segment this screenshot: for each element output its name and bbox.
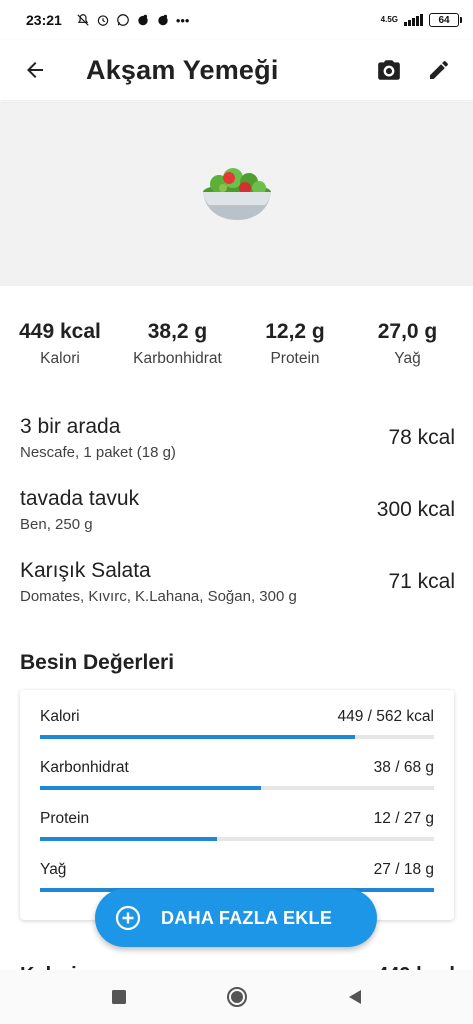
progress-fill	[40, 735, 356, 739]
nutrition-row-head: Protein 12 / 27 g	[40, 810, 434, 828]
food-name: Karışık Salata	[20, 559, 151, 582]
nutrition-value: 38 / 68 g	[373, 759, 434, 776]
food-detail: Ben, 250 g	[20, 516, 93, 533]
list-item[interactable]: 3 bir arada Nescafe, 1 paket (18 g) 78 k…	[20, 402, 455, 474]
back-triangle-icon	[348, 990, 361, 1004]
macro-label: Kalori	[40, 350, 80, 367]
progress-track	[40, 786, 434, 790]
macro-value: 27,0 g	[377, 320, 438, 343]
macro-value: 38,2 g	[147, 320, 208, 343]
nutrition-label: Karbonhidrat	[40, 759, 129, 776]
list-item[interactable]: Karışık Salata Domates, Kıvırc, K.Lahana…	[20, 546, 455, 618]
nutrition-row-head: Karbonhidrat 38 / 68 g	[40, 759, 434, 777]
status-left: 23:21 •••	[26, 12, 189, 28]
edit-button[interactable]	[417, 48, 461, 92]
recents-button[interactable]	[99, 977, 139, 1017]
meal-image-area	[0, 102, 473, 286]
add-circle-icon	[115, 905, 141, 931]
status-bar: 23:21 ••• 4.5G 64	[0, 0, 473, 40]
page-title: Akşam Yemeği	[86, 54, 279, 85]
food-detail: Nescafe, 1 paket (18 g)	[20, 444, 176, 461]
macro-protein: 12,2 g Protein	[235, 320, 355, 368]
camera-button[interactable]	[367, 48, 411, 92]
network-type-label: 4.5G	[380, 15, 398, 24]
list-item[interactable]: tavada tavuk Ben, 250 g 300 kcal	[20, 474, 455, 546]
system-nav-bar	[0, 970, 473, 1024]
macro-value: 12,2 g	[265, 320, 325, 343]
back-nav-button[interactable]	[335, 977, 375, 1017]
app-icon	[138, 14, 148, 26]
mute-icon	[77, 14, 89, 26]
progress-track	[40, 837, 434, 841]
nutrition-row-calories: Kalori 449 / 562 kcal	[40, 708, 434, 759]
macro-label: Yağ	[394, 350, 421, 367]
back-button[interactable]	[10, 45, 60, 95]
macro-calories: 449 kcal Kalori	[0, 320, 120, 368]
status-time: 23:21	[26, 12, 62, 28]
food-kcal: 300 kcal	[376, 498, 455, 521]
macro-value: 449 kcal	[19, 320, 101, 343]
nutrition-value: 449 / 562 kcal	[337, 708, 434, 725]
app-icon	[158, 14, 168, 26]
edit-pencil-icon	[430, 60, 448, 79]
nutrition-label: Yağ	[40, 861, 67, 878]
progress-track	[40, 735, 434, 739]
macro-carbs: 38,2 g Karbonhidrat	[120, 320, 235, 368]
food-name: tavada tavuk	[20, 487, 140, 510]
salad-bowl-icon	[202, 168, 271, 220]
nutrition-row-protein: Protein 12 / 27 g	[40, 810, 434, 861]
food-name: 3 bir arada	[20, 415, 121, 438]
progress-fill	[40, 786, 261, 790]
nutrition-row-head: Kalori 449 / 562 kcal	[40, 708, 434, 726]
add-more-button[interactable]: DAHA FAZLA EKLE	[95, 889, 377, 947]
food-list: 3 bir arada Nescafe, 1 paket (18 g) 78 k…	[20, 402, 455, 618]
whatsapp-icon	[116, 14, 129, 26]
nutrition-row-head: Yağ 27 / 18 g	[40, 861, 434, 879]
camera-icon	[378, 60, 400, 80]
nutrition-label: Protein	[40, 810, 90, 827]
food-text: Karışık Salata Domates, Kıvırc, K.Lahana…	[20, 559, 388, 605]
status-right: 4.5G 64	[380, 13, 462, 27]
arrow-back-icon	[27, 62, 43, 78]
more-icon: •••	[175, 12, 190, 28]
food-text: tavada tavuk Ben, 250 g	[20, 487, 377, 533]
app-bar: Akşam Yemeği	[0, 40, 473, 100]
add-more-label: DAHA FAZLA EKLE	[161, 907, 333, 928]
food-kcal: 78 kcal	[388, 426, 455, 449]
food-text: 3 bir arada Nescafe, 1 paket (18 g)	[20, 415, 388, 461]
food-detail: Domates, Kıvırc, K.Lahana, Soğan, 300 g	[20, 588, 297, 605]
nutrition-card: Kalori 449 / 562 kcal Karbonhidrat 38 / …	[20, 690, 454, 920]
battery-icon: 64	[429, 13, 462, 27]
nutrition-value: 12 / 27 g	[373, 810, 434, 827]
section-title: Besin Değerleri	[20, 651, 175, 674]
notification-icons: •••	[76, 12, 190, 28]
progress-fill	[40, 837, 218, 841]
nutrition-row-carbs: Karbonhidrat 38 / 68 g	[40, 759, 434, 810]
home-button[interactable]	[217, 977, 257, 1017]
macro-label: Karbonhidrat	[133, 350, 222, 367]
recent-apps-square-icon	[111, 990, 126, 1004]
nutrition-value: 27 / 18 g	[373, 861, 434, 878]
alarm-icon	[97, 15, 109, 26]
battery-level: 64	[438, 14, 450, 26]
food-kcal: 71 kcal	[388, 570, 455, 593]
home-circle-icon	[226, 987, 247, 1007]
signal-icon	[404, 14, 423, 26]
macro-label: Protein	[270, 350, 320, 367]
nutrition-label: Kalori	[40, 708, 80, 725]
app-bar-actions	[367, 48, 461, 92]
macro-fat: 27,0 g Yağ	[355, 320, 460, 368]
macro-summary: 449 kcal Kalori 38,2 g Karbonhidrat 12,2…	[0, 320, 473, 368]
